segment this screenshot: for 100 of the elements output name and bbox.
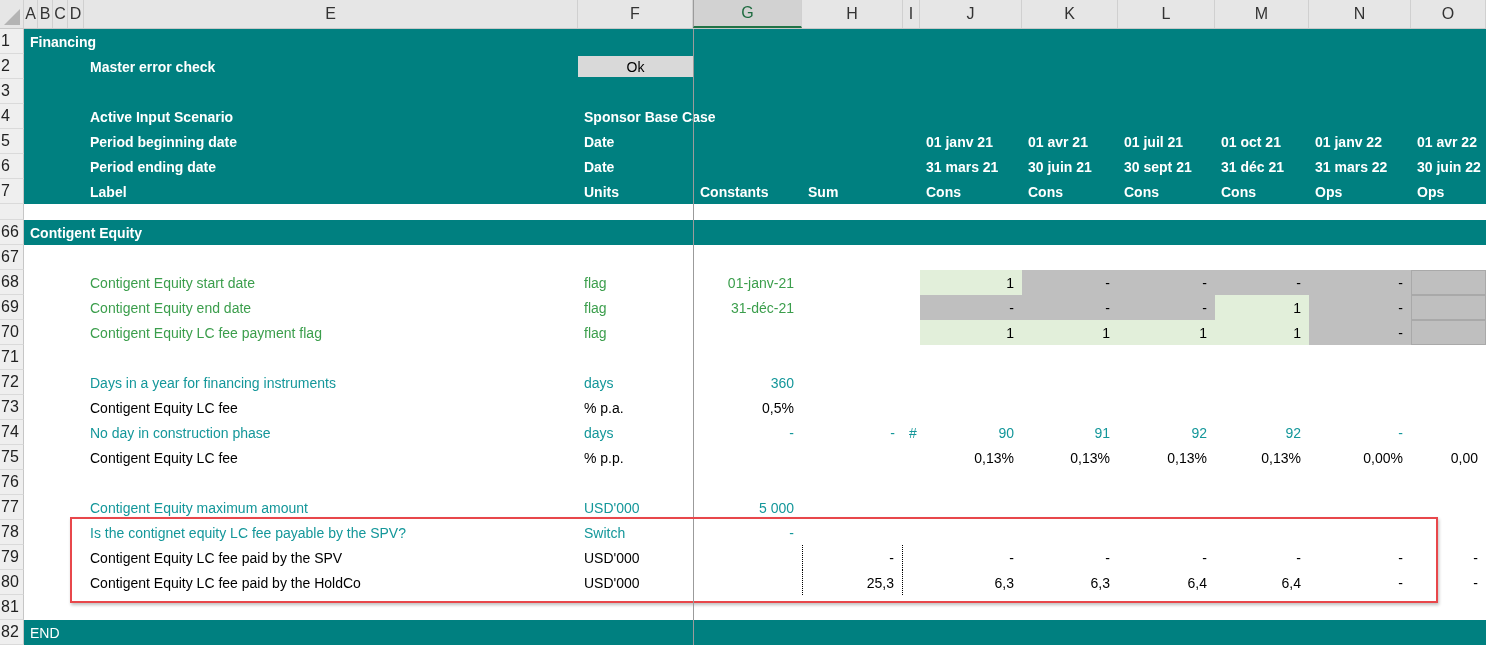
- table-cell: 30 juin 22: [1417, 158, 1481, 175]
- table-cell: -: [1022, 295, 1118, 320]
- row-number[interactable]: 7: [0, 179, 24, 204]
- row-number[interactable]: 80: [0, 570, 24, 595]
- table-cell: 1: [920, 270, 1022, 295]
- table-cell: days: [584, 374, 614, 391]
- table-cell: 01 avr 21: [1028, 133, 1088, 150]
- table-cell: Contigent Equity LC fee paid by the SPV: [90, 549, 343, 566]
- column-header[interactable]: M: [1215, 0, 1309, 28]
- table-cell: Contigent Equity LC fee payment flag: [90, 324, 322, 341]
- table-cell: 30 juin 21: [1028, 158, 1092, 175]
- row-number[interactable]: 82: [0, 620, 24, 645]
- table-cell: 0,13%: [1167, 449, 1207, 466]
- table-cell: Contigent Equity LC fee paid by the HoldCo: [90, 574, 361, 591]
- table-cell: 0,00: [1450, 449, 1478, 466]
- table-cell: 31-déc-21: [730, 299, 794, 316]
- table-cell: 01 oct 21: [1221, 133, 1281, 150]
- row-number[interactable]: 3: [0, 79, 24, 104]
- row-number[interactable]: 77: [0, 495, 24, 520]
- table-cell: 6,3: [1090, 574, 1110, 591]
- column-header[interactable]: D: [68, 0, 84, 28]
- row-number[interactable]: 69: [0, 295, 24, 320]
- table-cell: Contigent Equity end date: [90, 299, 252, 316]
- table-cell: % p.a.: [584, 399, 624, 416]
- table-cell: USD'000: [584, 574, 640, 591]
- table-cell: -: [1309, 270, 1411, 295]
- table-cell: Period beginning date: [90, 133, 237, 150]
- table-cell: -: [1309, 320, 1411, 345]
- table-cell: 90: [998, 424, 1014, 441]
- table-cell: -: [1309, 295, 1411, 320]
- table-cell: 6,3: [994, 574, 1014, 591]
- row-number[interactable]: 1: [0, 29, 24, 54]
- table-cell: Days in a year for financing instruments: [90, 374, 336, 391]
- column-header[interactable]: K: [1022, 0, 1118, 28]
- table-cell: -: [1105, 549, 1110, 566]
- table-cell: Contigent Equity LC fee: [90, 399, 238, 416]
- table-cell: 1: [1215, 320, 1309, 345]
- column-header[interactable]: L: [1118, 0, 1215, 28]
- row-number[interactable]: 79: [0, 545, 24, 570]
- column-header[interactable]: O: [1411, 0, 1486, 28]
- column-header[interactable]: H: [802, 0, 903, 28]
- table-cell: Sum: [808, 183, 839, 200]
- column-header[interactable]: I: [903, 0, 920, 28]
- table-cell: 1: [920, 320, 1022, 345]
- table-cell: 01 juil 21: [1124, 133, 1184, 150]
- table-cell: -: [1473, 574, 1478, 591]
- row-number[interactable]: 72: [0, 370, 24, 395]
- row-number[interactable]: 78: [0, 520, 24, 545]
- table-cell: 92: [1285, 424, 1301, 441]
- row-number[interactable]: 71: [0, 345, 24, 370]
- table-cell: % p.p.: [584, 449, 624, 466]
- table-cell: -: [920, 295, 1022, 320]
- table-cell: flag: [584, 274, 607, 291]
- table-cell: -: [1202, 549, 1207, 566]
- table-cell: -: [1473, 549, 1478, 566]
- table-cell: -: [1296, 549, 1301, 566]
- table-cell: Constants: [700, 183, 769, 200]
- row-number[interactable]: 74: [0, 420, 24, 445]
- table-cell: END: [30, 624, 60, 641]
- column-header[interactable]: A: [24, 0, 38, 28]
- table-cell: -: [1398, 424, 1403, 441]
- column-header[interactable]: G: [693, 0, 802, 28]
- table-cell: 0,5%: [762, 399, 794, 416]
- row-number[interactable]: 76: [0, 470, 24, 495]
- column-header[interactable]: J: [920, 0, 1022, 28]
- table-cell: Units: [584, 183, 619, 200]
- row-number[interactable]: 75: [0, 445, 24, 470]
- row-number[interactable]: 5: [0, 129, 24, 154]
- row-number[interactable]: 66: [0, 220, 24, 245]
- table-cell: 25,3: [866, 574, 894, 591]
- row-number[interactable]: 68: [0, 270, 24, 295]
- table-cell: Active Input Scenario: [90, 108, 234, 125]
- row-number[interactable]: 70: [0, 320, 24, 345]
- row-number[interactable]: 67: [0, 245, 24, 270]
- table-cell: Cons: [1028, 183, 1063, 200]
- row-number[interactable]: 4: [0, 104, 24, 129]
- table-cell: 0,13%: [1070, 449, 1110, 466]
- table-cell: Switch: [584, 524, 626, 541]
- row-number[interactable]: 81: [0, 595, 24, 620]
- row-number[interactable]: 2: [0, 54, 24, 79]
- select-all-icon[interactable]: [4, 9, 20, 25]
- table-cell: Ops: [1315, 183, 1343, 200]
- row-number[interactable]: 6: [0, 154, 24, 179]
- table-cell: Ops: [1417, 183, 1445, 200]
- table-cell: 6,4: [1281, 574, 1301, 591]
- column-header[interactable]: N: [1309, 0, 1411, 28]
- table-cell: USD'000: [584, 499, 640, 516]
- row-header[interactable]: [0, 204, 24, 220]
- table-cell: Cons: [926, 183, 961, 200]
- table-cell: -: [1398, 549, 1403, 566]
- table-cell: 31 mars 22: [1315, 158, 1388, 175]
- row-number[interactable]: 73: [0, 395, 24, 420]
- column-header[interactable]: C: [53, 0, 68, 28]
- table-cell: 360: [770, 374, 794, 391]
- table-cell: -: [789, 424, 794, 441]
- column-header[interactable]: E: [84, 0, 578, 28]
- column-header[interactable]: B: [38, 0, 53, 28]
- table-cell: flag: [584, 324, 607, 341]
- table-cell: -: [890, 424, 895, 441]
- table-cell: Label: [90, 183, 127, 200]
